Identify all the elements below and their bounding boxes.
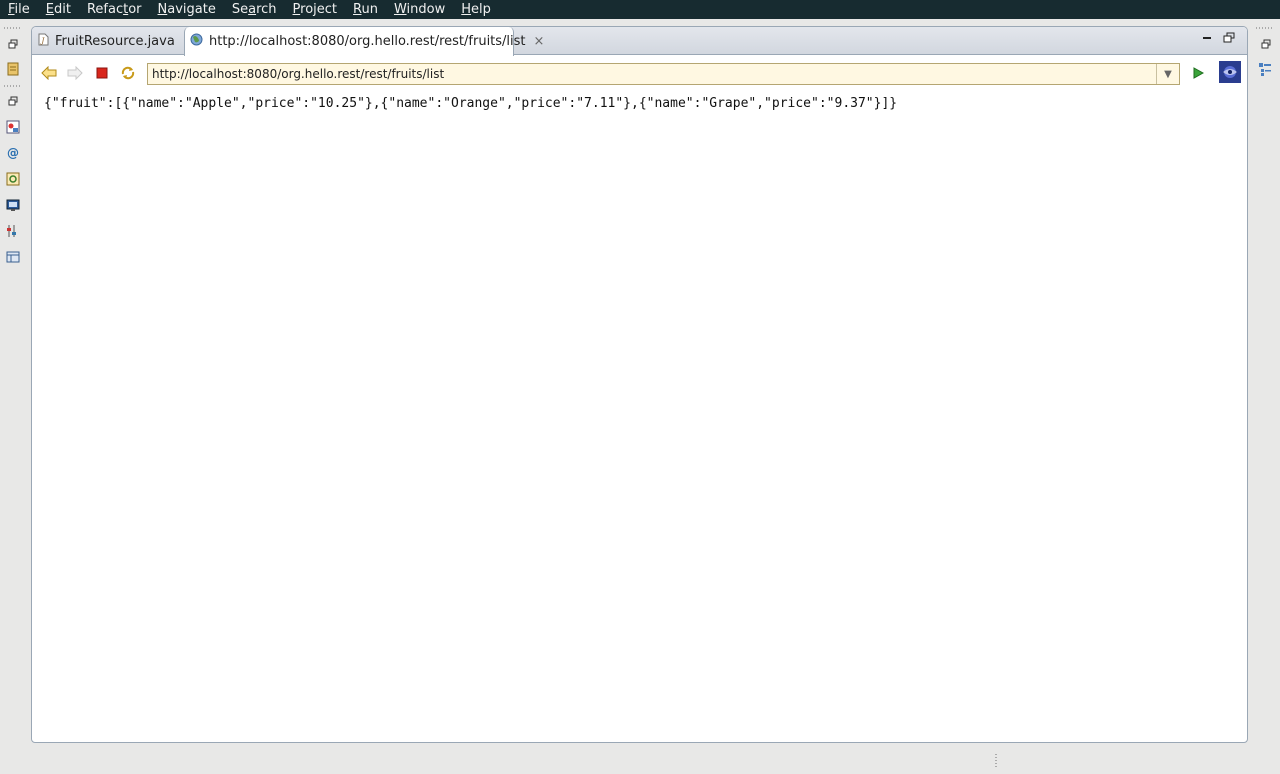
- forward-icon[interactable]: [66, 65, 84, 81]
- menu-refactor[interactable]: Refactor: [79, 0, 150, 19]
- back-icon[interactable]: [40, 65, 58, 81]
- url-bar: ▼: [147, 63, 1180, 85]
- globe-icon: [190, 33, 203, 50]
- window-controls: [1201, 32, 1235, 48]
- web-browser-icon[interactable]: [1219, 61, 1241, 83]
- close-icon[interactable]: ×: [534, 34, 545, 49]
- console-icon[interactable]: [5, 197, 21, 213]
- servers-icon[interactable]: [5, 223, 21, 239]
- data-source-icon[interactable]: [5, 249, 21, 265]
- menu-search[interactable]: Search: [224, 0, 285, 19]
- menu-project[interactable]: Project: [285, 0, 346, 19]
- trim-grip[interactable]: [4, 85, 22, 87]
- menu-help[interactable]: Help: [453, 0, 499, 19]
- tab-label: FruitResource.java: [55, 33, 175, 49]
- menu-run[interactable]: Run: [345, 0, 386, 19]
- restore-icon[interactable]: [1258, 36, 1274, 52]
- menu-window[interactable]: Window: [386, 0, 453, 19]
- declaration-icon[interactable]: [5, 171, 21, 187]
- trim-grip[interactable]: [4, 27, 22, 29]
- menu-file[interactable]: File: [0, 0, 38, 19]
- page-body: {"fruit":[{"name":"Apple","price":"10.25…: [44, 96, 898, 111]
- menu-edit[interactable]: Edit: [38, 0, 79, 19]
- maximize-icon[interactable]: [1223, 32, 1235, 48]
- minimize-icon[interactable]: [1201, 32, 1213, 48]
- browser-toolbar: ▼: [32, 55, 1247, 91]
- editor-area: J FruitResource.java http://localhost:80…: [31, 26, 1248, 743]
- markers-icon[interactable]: [5, 119, 21, 135]
- right-trim-bar: [1250, 19, 1280, 774]
- trim-grip[interactable]: [1256, 27, 1274, 29]
- javadoc-icon[interactable]: @: [5, 145, 21, 161]
- tab-label: http://localhost:8080/org.hello.rest/res…: [209, 34, 526, 49]
- outline-icon[interactable]: [1257, 61, 1273, 77]
- java-file-icon: J: [38, 33, 49, 50]
- tab-internal-browser[interactable]: http://localhost:8080/org.hello.rest/res…: [184, 27, 544, 56]
- package-explorer-icon[interactable]: [5, 61, 21, 77]
- restore-icon[interactable]: [5, 36, 21, 52]
- menu-bar: File Edit Refactor Navigate Search Proje…: [0, 0, 1280, 19]
- menu-navigate[interactable]: Navigate: [150, 0, 224, 19]
- left-trim-bar: @: [0, 19, 28, 774]
- tab-fruit-resource[interactable]: J FruitResource.java: [32, 27, 184, 55]
- restore-icon[interactable]: [5, 93, 21, 109]
- url-history-dropdown[interactable]: ▼: [1156, 64, 1179, 84]
- url-input[interactable]: [148, 63, 1156, 85]
- stop-icon[interactable]: [93, 65, 111, 81]
- editor-tab-bar: J FruitResource.java http://localhost:80…: [32, 27, 1247, 56]
- go-icon[interactable]: [1190, 65, 1206, 81]
- status-bar-grip[interactable]: [995, 754, 997, 768]
- refresh-icon[interactable]: [119, 65, 137, 81]
